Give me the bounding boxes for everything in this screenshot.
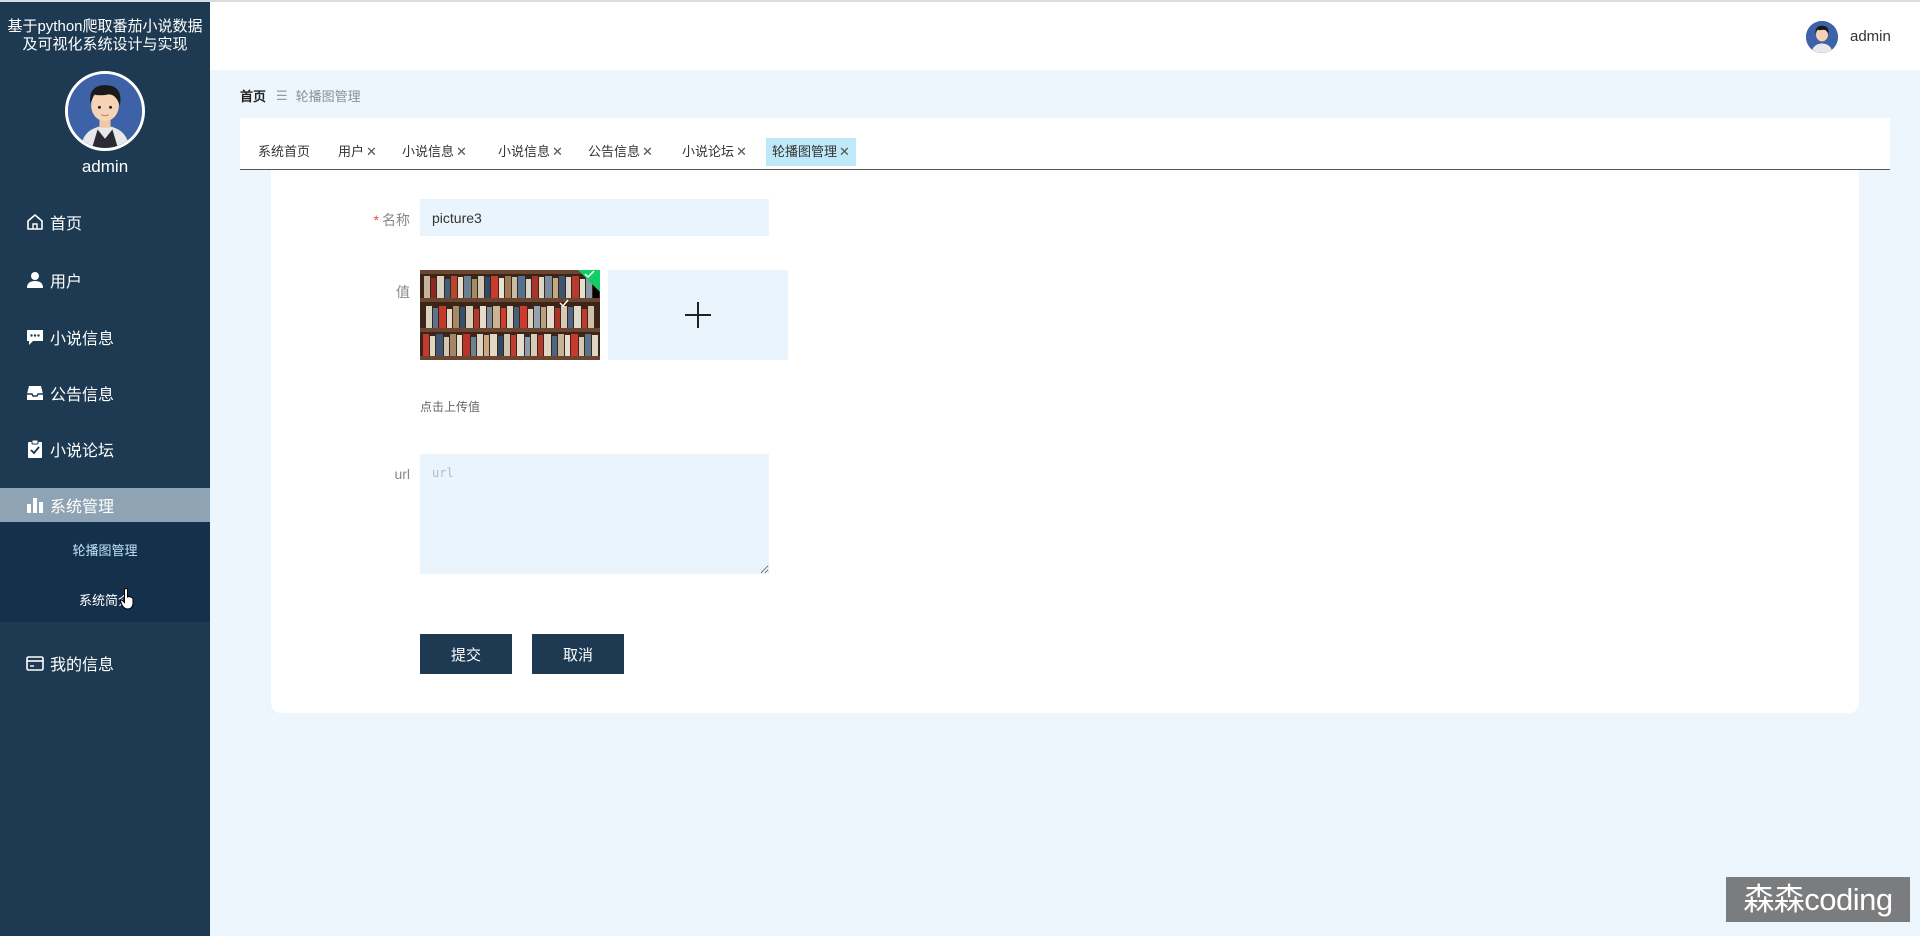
tab-novel-info-2[interactable]: 小说信息 ✕ [492, 138, 569, 166]
watermark: 森森coding [1726, 877, 1910, 922]
image-upload-button[interactable] [608, 270, 788, 360]
url-label: url [394, 466, 410, 482]
system-title: 基于python爬取番茄小说数据及可视化系统设计与实现 [7, 18, 203, 53]
sidebar-item-home[interactable]: 首页 [0, 205, 210, 239]
inbox-icon [24, 382, 46, 404]
required-mark: * [373, 212, 379, 228]
hand-cursor-icon [120, 588, 134, 610]
submit-button[interactable]: 提交 [420, 634, 512, 674]
breadcrumb-current: 轮播图管理 [295, 89, 361, 104]
sidebar-username: admin [81, 157, 129, 176]
url-textarea[interactable] [420, 454, 769, 574]
form-card [271, 170, 1859, 713]
tab-system-home[interactable]: 系统首页 [252, 138, 316, 166]
sidebar-item-announcements[interactable]: 公告信息 [0, 376, 210, 410]
system-submenu: 轮播图管理 系统简介 [0, 522, 210, 622]
close-icon[interactable]: ✕ [456, 144, 467, 159]
tab-announcements[interactable]: 公告信息 ✕ [582, 138, 659, 166]
close-icon[interactable]: ✕ [366, 144, 377, 159]
sidebar-item-system-management[interactable]: 系统管理 [0, 488, 210, 522]
clipboard-check-icon [24, 438, 46, 460]
close-icon[interactable]: ✕ [839, 144, 850, 159]
close-icon[interactable]: ✕ [736, 144, 747, 159]
submenu-item-carousel[interactable]: 轮播图管理 [0, 540, 210, 559]
close-icon[interactable]: ✕ [552, 144, 563, 159]
tab-forum[interactable]: 小说论坛 ✕ [676, 138, 753, 166]
sidebar-item-my-info[interactable]: 我的信息 [0, 646, 210, 680]
avatar [65, 71, 145, 151]
sidebar-item-label: 公告信息 [50, 387, 115, 404]
sidebar-item-forum[interactable]: 小说论坛 [0, 432, 210, 466]
breadcrumb-separator-icon: ☰ [276, 87, 288, 103]
tab-label: 小说信息 [498, 144, 551, 159]
sidebar-item-label: 我的信息 [50, 657, 115, 674]
sidebar-item-label: 小说论坛 [50, 443, 115, 460]
breadcrumb-home[interactable]: 首页 [240, 86, 266, 105]
header-avatar[interactable] [1806, 21, 1838, 53]
bar-chart-icon [24, 494, 46, 516]
chat-icon [24, 326, 46, 348]
tab-label: 系统首页 [258, 144, 311, 159]
sidebar-item-label: 首页 [50, 216, 83, 233]
tab-label: 小说论坛 [682, 144, 735, 159]
name-label-text: 名称 [382, 212, 410, 228]
tab-label: 公告信息 [588, 144, 641, 159]
plus-icon [685, 302, 711, 328]
tab-novel-info[interactable]: 小说信息 ✕ [396, 138, 473, 166]
name-input[interactable] [420, 199, 769, 236]
sidebar-item-label: 小说信息 [50, 331, 115, 348]
header-username[interactable]: admin [1850, 28, 1891, 45]
cancel-button[interactable]: 取消 [532, 634, 624, 674]
sidebar-item-label: 系统管理 [50, 499, 115, 516]
uploaded-image-thumbnail[interactable] [420, 270, 600, 360]
value-label: 值 [396, 284, 410, 300]
sidebar-item-label: 用户 [50, 274, 83, 291]
tab-label: 小说信息 [402, 144, 455, 159]
tab-carousel[interactable]: 轮播图管理 ✕ [766, 138, 856, 166]
upload-hint: 点击上传值 [420, 400, 481, 414]
sidebar: 基于python爬取番茄小说数据及可视化系统设计与实现 admin 首页 用户 [0, 0, 210, 936]
tab-users[interactable]: 用户 ✕ [332, 138, 383, 166]
tab-label: 用户 [338, 144, 365, 159]
name-label: * 名称 [330, 210, 410, 230]
sidebar-item-users[interactable]: 用户 [0, 263, 210, 297]
user-icon [24, 269, 46, 291]
top-border [0, 0, 1920, 2]
card-icon [24, 652, 46, 674]
tabs-bar: 系统首页 用户 ✕ 小说信息 ✕ 小说信息 ✕ 公告信息 ✕ 小说论坛 ✕ 轮播图管理 ✕ [240, 118, 1890, 170]
top-header: admin [210, 2, 1920, 70]
close-icon[interactable]: ✕ [642, 144, 653, 159]
home-icon [24, 211, 46, 233]
tab-label: 轮播图管理 [772, 144, 838, 159]
sidebar-item-novel-info[interactable]: 小说信息 [0, 320, 210, 354]
submenu-item-system-intro[interactable]: 系统简介 [0, 590, 210, 609]
breadcrumb: 首页 ☰ 轮播图管理 [240, 86, 361, 105]
